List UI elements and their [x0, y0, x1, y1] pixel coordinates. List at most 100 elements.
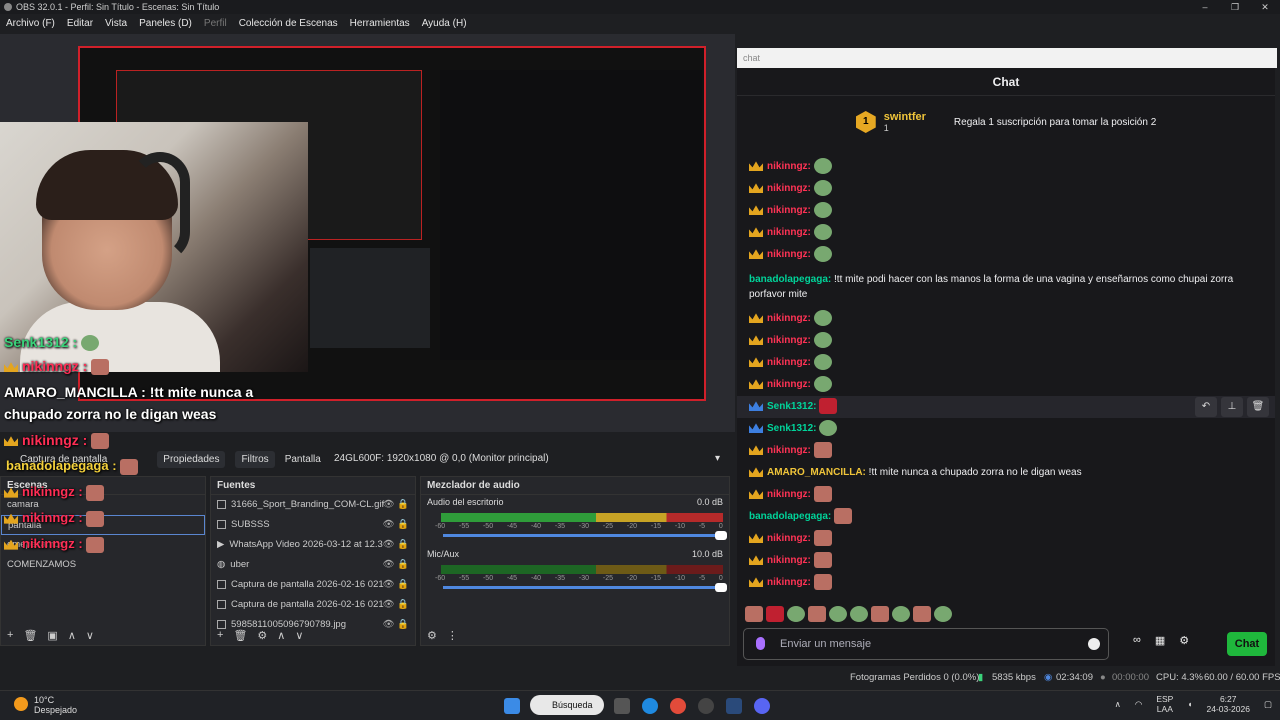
- start-icon[interactable]: [504, 698, 520, 714]
- up-icon[interactable]: ∧: [68, 629, 76, 642]
- emote-icon[interactable]: [787, 606, 805, 622]
- down-icon[interactable]: ∨: [295, 629, 303, 642]
- mic-icon[interactable]: [756, 637, 765, 650]
- filter-icon[interactable]: ▣: [47, 629, 57, 642]
- channel-db: 10.0 dB: [691, 549, 723, 559]
- send-chat-button[interactable]: Chat: [1227, 632, 1267, 656]
- volume-meter: [441, 565, 723, 574]
- source-item[interactable]: Captura de pantalla 2026-02-16 021 👁 🔒: [211, 595, 415, 615]
- maximize-button[interactable]: ❐: [1220, 0, 1250, 14]
- menu-perfil[interactable]: Perfil: [204, 14, 227, 34]
- mixer-settings-icon[interactable]: ⚙: [427, 629, 437, 642]
- system-tray: ∧ ◠ ESP LAA ◖ 6:27 24-03-2026 ▢: [1115, 694, 1272, 714]
- menu-paneles[interactable]: Paneles (D): [139, 14, 192, 34]
- add-icon[interactable]: +: [7, 629, 13, 641]
- bitrate: 5835 kbps: [992, 672, 1036, 683]
- emote-icon[interactable]: [829, 606, 847, 622]
- lock-icon[interactable]: 👁 🔒: [382, 495, 409, 515]
- taskbar-search[interactable]: Búsqueda: [530, 695, 604, 715]
- emote-icon[interactable]: [766, 606, 784, 622]
- image-icon: [217, 599, 226, 609]
- scene-item[interactable]: COMENZAMOS: [1, 555, 205, 575]
- menu-editar[interactable]: Editar: [67, 14, 93, 34]
- emoji-icon[interactable]: [1088, 638, 1100, 650]
- overlay-chat-line: nikinngz :: [4, 536, 105, 553]
- source-item[interactable]: SUBSSS 👁 🔒: [211, 515, 415, 535]
- overlay-chat-line: nikinngz :: [4, 510, 105, 527]
- menu-herramientas[interactable]: Herramientas: [350, 14, 410, 34]
- down-icon[interactable]: ∨: [86, 629, 94, 642]
- pinned-gift-banner[interactable]: 1 swintfer 1 Regala 1 suscripción para t…: [737, 96, 1275, 148]
- more-icon[interactable]: ⋮: [447, 629, 458, 642]
- lock-icon[interactable]: 👁 🔒: [382, 535, 409, 555]
- filters-button[interactable]: Filtros: [235, 450, 275, 468]
- source-item[interactable]: Captura de pantalla 2026-02-16 021 👁 🔒: [211, 575, 415, 595]
- source-item[interactable]: ▶ WhatsApp Video 2026-03-12 at 12.3 👁 🔒: [211, 535, 415, 555]
- chat-message: nikinngz:: [737, 374, 1275, 396]
- steam-icon[interactable]: [726, 698, 742, 714]
- language-indicator[interactable]: ESP LAA: [1156, 694, 1173, 714]
- volume-icon[interactable]: ◖: [1187, 699, 1192, 709]
- emote-icon[interactable]: [892, 606, 910, 622]
- weather-widget[interactable]: 10°C Despejado: [14, 695, 77, 715]
- play-icon: ▶: [217, 539, 225, 550]
- monitor-select[interactable]: 24GL600F: 1920x1080 @ 0,0 (Monitor princ…: [330, 448, 728, 470]
- emote-icon[interactable]: [934, 606, 952, 622]
- emote-icon[interactable]: [871, 606, 889, 622]
- gear-icon[interactable]: ⚙: [257, 629, 267, 642]
- audio-mixer-panel: Mezclador de audio Audio del escritorio …: [420, 476, 730, 646]
- source-item[interactable]: 31666_Sport_Branding_COM-CL.gif 👁 🔒: [211, 495, 415, 515]
- emote-icon[interactable]: [808, 606, 826, 622]
- edge-icon[interactable]: [642, 698, 658, 714]
- source-item[interactable]: ◍ uber 👁 🔒: [211, 555, 415, 575]
- program-preview[interactable]: Senk1312 : nikinngz : AMARO_MANCILLA : !…: [0, 34, 735, 450]
- close-button[interactable]: ✕: [1250, 0, 1280, 14]
- menu-vista[interactable]: Vista: [105, 14, 127, 34]
- menu-ayuda[interactable]: Ayuda (H): [422, 14, 467, 34]
- emote-icon[interactable]: [850, 606, 868, 622]
- add-icon[interactable]: +: [217, 629, 223, 641]
- lock-icon[interactable]: 👁 🔒: [382, 575, 409, 595]
- clock[interactable]: 6:27 24-03-2026: [1206, 694, 1249, 714]
- minimize-button[interactable]: –: [1190, 0, 1220, 14]
- rank-badge: 1: [855, 111, 876, 133]
- chat-message-hovered[interactable]: Senk1312: ↶ ⊥ 🗑: [737, 396, 1275, 418]
- points-icon[interactable]: ∞: [1133, 634, 1141, 647]
- gear-icon[interactable]: ⚙: [1179, 634, 1189, 647]
- up-icon[interactable]: ∧: [277, 629, 285, 642]
- pin-icon[interactable]: ⊥: [1221, 397, 1243, 417]
- properties-button[interactable]: Propiedades: [157, 450, 226, 468]
- store-icon[interactable]: ▦: [1155, 634, 1165, 647]
- volume-slider[interactable]: [443, 583, 727, 592]
- obs-icon[interactable]: [698, 698, 714, 714]
- chevron-up-icon[interactable]: ∧: [1115, 699, 1121, 709]
- discord-icon[interactable]: [754, 698, 770, 714]
- overlay-chat-line: Senk1312 :: [4, 334, 100, 352]
- lock-icon[interactable]: 👁 🔒: [382, 515, 409, 535]
- volume-slider[interactable]: [443, 531, 727, 540]
- chat-message: nikinngz:: [737, 178, 1275, 200]
- globe-icon: ◍: [217, 559, 226, 570]
- emote-icon[interactable]: [913, 606, 931, 622]
- trash-icon[interactable]: 🗑: [233, 629, 247, 642]
- chrome-icon[interactable]: [670, 698, 686, 714]
- wifi-icon[interactable]: ◠: [1135, 699, 1142, 709]
- notification-icon[interactable]: ▢: [1264, 699, 1272, 709]
- pinned-user: swintfer: [883, 111, 926, 123]
- lock-icon[interactable]: 👁 🔒: [382, 595, 409, 615]
- menu-archivo[interactable]: Archivo (F): [6, 14, 55, 34]
- trash-icon[interactable]: 🗑: [23, 629, 37, 642]
- lock-icon[interactable]: 👁 🔒: [382, 555, 409, 575]
- chat-dock-url: chat: [737, 48, 1277, 68]
- mixer-channel: Mic/Aux 10.0 dB -60 -55 -50 -45 -40 -35 -30 -25…: [421, 547, 729, 599]
- image-icon: [217, 519, 226, 529]
- task-view-icon[interactable]: [614, 698, 630, 714]
- delete-icon[interactable]: 🗑: [1247, 397, 1269, 417]
- sources-title: Fuentes: [211, 477, 415, 495]
- emote-icon[interactable]: [745, 606, 763, 622]
- menu-coleccion-escenas[interactable]: Colección de Escenas: [239, 14, 338, 34]
- reply-icon[interactable]: ↶: [1195, 397, 1217, 417]
- image-icon: [217, 499, 226, 509]
- chat-input[interactable]: Enviar un mensaje: [743, 628, 1109, 660]
- overlay-chat-line: banadolapegaga :: [6, 458, 139, 475]
